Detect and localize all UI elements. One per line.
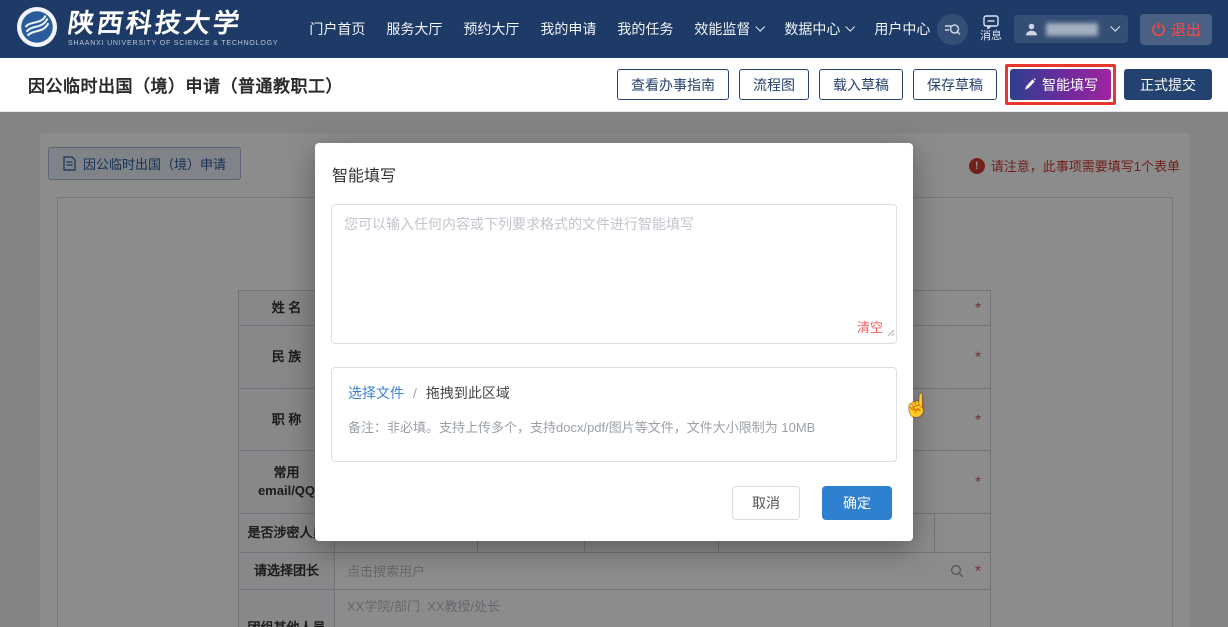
upload-note: 备注：非必填。支持上传多个，支持docx/pdf/图片等文件，文件大小限制为 1…: [348, 417, 880, 436]
resize-handle-icon[interactable]: [885, 324, 895, 342]
messages-button[interactable]: 消息: [980, 15, 1002, 42]
messages-label: 消息: [980, 30, 1002, 42]
file-drop-zone[interactable]: 选择文件 / 拖拽到此区域 备注：非必填。支持上传多个，支持docx/pdf/图…: [331, 367, 897, 462]
person-icon: [1024, 22, 1039, 37]
page-header: 因公临时出国（境）申请（普通教职工） 查看办事指南 流程图 载入草稿 保存草稿 …: [0, 58, 1228, 112]
navbar-right: 消息 退出: [937, 14, 1212, 45]
application-page: 陕西科技大学 SHAANXI UNIVERSITY OF SCIENCE & T…: [0, 0, 1228, 627]
logout-button[interactable]: 退出: [1140, 14, 1212, 45]
load-draft-button[interactable]: 载入草稿: [819, 69, 903, 100]
menu-item-my-tasks[interactable]: 我的任务: [612, 15, 678, 43]
smart-fill-dialog: 智能填写 清空 选择文件 / 拖拽到此区域 备注：非必填。支持上传多个，支持do…: [315, 143, 913, 541]
chevron-down-icon: [846, 22, 856, 32]
save-draft-button[interactable]: 保存草稿: [913, 69, 997, 100]
cancel-button[interactable]: 取消: [732, 486, 800, 520]
user-menu[interactable]: [1014, 15, 1128, 43]
menu-item-my-applications[interactable]: 我的申请: [535, 15, 601, 43]
menu-item-booking-hall[interactable]: 预约大厅: [458, 15, 524, 43]
university-emblem-icon: [16, 6, 58, 53]
magic-pen-icon: [1023, 78, 1036, 91]
choose-file-link[interactable]: 选择文件: [348, 383, 404, 403]
content-area: 因公临时出国（境）申请 ! 请注意，此事项需要填写1个表单 姓 名 * 民 族: [0, 112, 1228, 627]
dialog-title: 智能填写: [332, 162, 396, 186]
main-menu: 门户首页 服务大厅 预约大厅 我的申请 我的任务 效能监督 数据中心 用户中心: [304, 15, 935, 43]
separator: /: [413, 385, 417, 401]
university-name-en: SHAANXI UNIVERSITY OF SCIENCE & TECHNOLO…: [68, 40, 278, 47]
menu-item-data-center[interactable]: 数据中心: [779, 15, 858, 43]
chevron-down-icon: [1110, 22, 1120, 32]
chevron-down-icon: [756, 22, 766, 32]
menu-item-service-hall[interactable]: 服务大厅: [381, 15, 447, 43]
header-actions: 查看办事指南 流程图 载入草稿 保存草稿 智能填写 正式提交: [617, 69, 1212, 100]
view-guide-button[interactable]: 查看办事指南: [617, 69, 729, 100]
search-button[interactable]: [937, 14, 968, 45]
confirm-button[interactable]: 确定: [822, 486, 892, 520]
menu-item-portal-home[interactable]: 门户首页: [304, 15, 370, 43]
username-redacted: [1046, 23, 1098, 36]
smart-fill-textarea-box: 清空: [331, 204, 897, 344]
menu-item-efficiency-supervision[interactable]: 效能监督: [689, 15, 768, 43]
university-logo[interactable]: 陕西科技大学 SHAANXI UNIVERSITY OF SCIENCE & T…: [16, 6, 278, 53]
page-title: 因公临时出国（境）申请（普通教职工）: [28, 72, 343, 97]
drag-here-label: 拖拽到此区域: [426, 383, 510, 403]
search-icon: [944, 21, 961, 38]
smart-fill-button[interactable]: 智能填写: [1010, 69, 1111, 100]
top-navbar: 陕西科技大学 SHAANXI UNIVERSITY OF SCIENCE & T…: [0, 0, 1228, 58]
smart-fill-textarea[interactable]: [332, 205, 896, 343]
flowchart-button[interactable]: 流程图: [739, 69, 809, 100]
university-name-cn: 陕西科技大学: [66, 11, 280, 37]
message-bubble-icon: [983, 15, 999, 29]
clear-button[interactable]: 清空: [853, 317, 883, 336]
power-icon: [1151, 22, 1166, 37]
menu-item-user-center[interactable]: 用户中心: [869, 15, 935, 43]
submit-button[interactable]: 正式提交: [1124, 69, 1212, 100]
